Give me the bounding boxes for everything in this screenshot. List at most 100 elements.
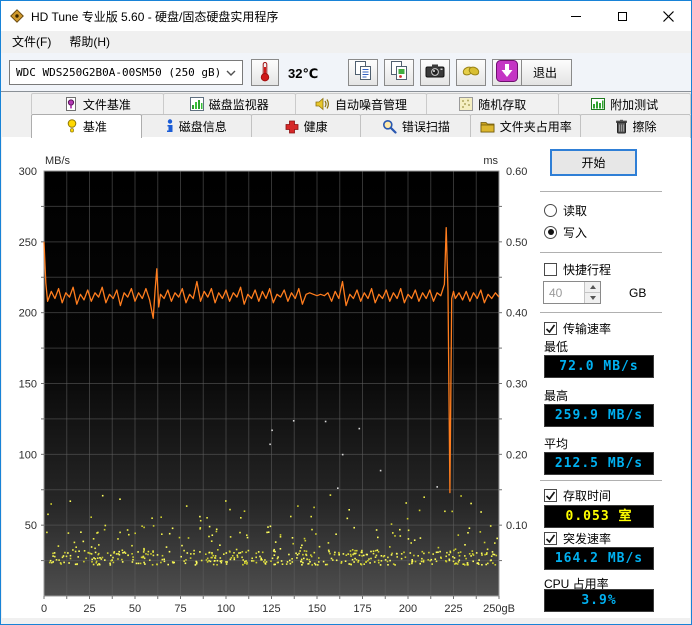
dice-icon bbox=[459, 97, 474, 111]
svg-text:0.50: 0.50 bbox=[506, 237, 527, 249]
minimize-icon bbox=[571, 15, 581, 17]
svg-text:200: 200 bbox=[19, 308, 37, 320]
separator bbox=[540, 480, 662, 481]
temperature-label: 32℃ bbox=[288, 66, 319, 81]
tab-health[interactable]: 健康 bbox=[250, 114, 362, 138]
hands-icon bbox=[461, 62, 481, 83]
copy-image-icon bbox=[388, 60, 410, 85]
access-time-label: 存取时间 bbox=[563, 488, 612, 503]
burst-rate-checkbox[interactable]: 突发速率 bbox=[544, 530, 611, 546]
tab-label: 自动噪音管理 bbox=[334, 97, 407, 112]
tab-erase[interactable]: 擦除 bbox=[580, 114, 691, 138]
menu-file[interactable]: 文件(F) bbox=[3, 31, 60, 53]
close-icon bbox=[662, 10, 674, 22]
tab-folder-usage[interactable]: 文件夹占用率 bbox=[470, 114, 582, 138]
camera-icon bbox=[424, 62, 446, 83]
svg-text:MB/s: MB/s bbox=[45, 155, 71, 167]
title-bar: HD Tune 专业版 5.60 - 硬盘/固态硬盘实用程序 bbox=[1, 1, 691, 31]
menu-help[interactable]: 帮助(H) bbox=[60, 31, 119, 53]
svg-text:150: 150 bbox=[19, 379, 37, 391]
chevron-down-icon bbox=[226, 66, 236, 79]
svg-text:50: 50 bbox=[129, 603, 141, 615]
avg-speed-display: 212.5 MB/s bbox=[544, 452, 654, 475]
tab-label: 磁盘监视器 bbox=[208, 97, 269, 112]
drive-select[interactable]: WDC WDS250G2B0A-00SM50 (250 gB) bbox=[9, 60, 243, 85]
tab-extra-tests[interactable]: 附加测试 bbox=[558, 93, 691, 114]
temperature-button[interactable] bbox=[251, 59, 279, 86]
window-title: HD Tune 专业版 5.60 - 硬盘/固态硬盘实用程序 bbox=[31, 9, 279, 24]
stepper-up-button[interactable] bbox=[585, 282, 600, 293]
tab-label: 文件基准 bbox=[82, 97, 131, 112]
exit-button[interactable]: 退出 bbox=[518, 59, 572, 86]
svg-text:0.40: 0.40 bbox=[506, 308, 527, 320]
capacity-row: GB bbox=[543, 281, 646, 304]
window-controls bbox=[553, 1, 691, 31]
write-radio-label: 写入 bbox=[563, 225, 588, 240]
minimize-button[interactable] bbox=[553, 1, 599, 31]
tab-error-scan[interactable]: 错误扫描 bbox=[360, 114, 472, 138]
tab-auto-acoustic[interactable]: 自动噪音管理 bbox=[294, 93, 428, 114]
tab-disk-monitor[interactable]: 磁盘监视器 bbox=[162, 93, 296, 114]
checkbox-box bbox=[544, 321, 557, 335]
svg-text:0.10: 0.10 bbox=[506, 520, 527, 532]
tab-label: 擦除 bbox=[632, 120, 657, 134]
svg-text:0.30: 0.30 bbox=[506, 379, 527, 391]
aam-button[interactable] bbox=[456, 59, 486, 86]
avg-label: 平均 bbox=[544, 437, 569, 451]
radio-circle bbox=[544, 203, 557, 217]
stepper-down-button[interactable] bbox=[585, 293, 600, 303]
benchmark-chart: MB/s ms300250200150100500.600.500.400.300… bbox=[19, 155, 528, 615]
benchmark-controls: 开始 读取 写入 快捷行程 40 GB 传输速率 最低 72.0 MB/s 最高… bbox=[540, 149, 691, 617]
cpu-usage-display: 3.9% bbox=[544, 589, 654, 612]
read-radio-label: 读取 bbox=[563, 203, 588, 218]
copy-text-button[interactable] bbox=[348, 59, 378, 86]
menu-bar: 文件(F) 帮助(H) bbox=[1, 31, 691, 53]
short-stroke-checkbox[interactable]: 快捷行程 bbox=[544, 261, 611, 277]
folder-icon bbox=[480, 120, 495, 133]
start-button[interactable]: 开始 bbox=[550, 149, 637, 176]
radio-circle bbox=[544, 225, 557, 239]
tab-label: 随机存取 bbox=[478, 97, 527, 112]
arrow-down-icon bbox=[589, 296, 596, 300]
drive-select-value: WDC WDS250G2B0A-00SM50 (250 gB) bbox=[16, 66, 222, 79]
svg-text:225: 225 bbox=[444, 603, 462, 615]
bulb-yellow-icon bbox=[66, 119, 78, 134]
tab-row-primary: 基准 磁盘信息 健康 错误扫描 文件夹占用率 擦除 bbox=[31, 114, 691, 138]
separator bbox=[540, 312, 662, 313]
maximize-icon bbox=[617, 11, 627, 21]
copy-image-button[interactable] bbox=[384, 59, 414, 86]
bar-monitor-icon bbox=[189, 97, 204, 111]
access-time-checkbox[interactable]: 存取时间 bbox=[544, 487, 611, 503]
tab-file-benchmark[interactable]: 文件基准 bbox=[31, 93, 164, 114]
arrow-up-icon bbox=[589, 285, 596, 289]
info-blue-icon bbox=[166, 119, 174, 134]
close-button[interactable] bbox=[645, 1, 691, 31]
speaker-icon bbox=[315, 97, 330, 111]
burst-rate-display: 164.2 MB/s bbox=[544, 547, 654, 570]
capacity-field bbox=[543, 281, 601, 304]
tab-random-access[interactable]: 随机存取 bbox=[426, 93, 560, 114]
screenshot-button[interactable] bbox=[420, 59, 450, 86]
capacity-input[interactable] bbox=[544, 282, 580, 303]
update-button[interactable] bbox=[492, 59, 522, 86]
tab-benchmark[interactable]: 基准 bbox=[31, 114, 142, 138]
svg-text:250: 250 bbox=[19, 237, 37, 249]
svg-text:175: 175 bbox=[353, 603, 371, 615]
thermometer-icon bbox=[259, 61, 271, 85]
maximize-button[interactable] bbox=[599, 1, 645, 31]
svg-text:0: 0 bbox=[41, 603, 47, 615]
max-label: 最高 bbox=[544, 389, 569, 403]
read-radio[interactable]: 读取 bbox=[544, 202, 587, 218]
access-time-display: 0.053 室 bbox=[544, 505, 654, 528]
checkbox-box bbox=[544, 262, 557, 276]
separator bbox=[540, 191, 662, 192]
svg-text:25: 25 bbox=[83, 603, 95, 615]
tab-disk-info[interactable]: 磁盘信息 bbox=[140, 114, 252, 138]
transfer-rate-checkbox[interactable]: 传输速率 bbox=[544, 320, 611, 336]
magnifier-icon bbox=[382, 119, 397, 134]
health-cross-icon bbox=[285, 120, 299, 134]
write-radio[interactable]: 写入 bbox=[544, 224, 587, 240]
svg-text:100: 100 bbox=[19, 449, 37, 461]
svg-text:100: 100 bbox=[217, 603, 235, 615]
svg-text:50: 50 bbox=[25, 520, 37, 532]
